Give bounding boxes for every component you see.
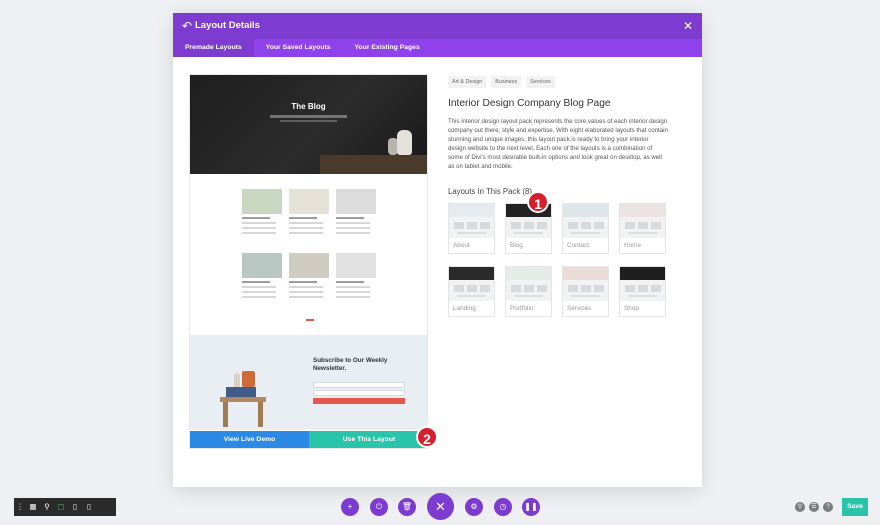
preview-newsletter-input	[313, 390, 405, 396]
layout-card-blog[interactable]: Blog	[505, 203, 552, 254]
modal-tabs: Premade Layouts Your Saved Layouts Your …	[173, 39, 702, 57]
layout-thumbnail	[563, 204, 608, 238]
layout-card-landing[interactable]: Landing	[448, 266, 495, 317]
layout-card-label: About	[453, 242, 470, 249]
wireframe-icon[interactable]: ▦	[26, 498, 40, 516]
layout-card-home[interactable]: Home	[619, 203, 666, 254]
view-live-demo-button[interactable]: View Live Demo	[190, 431, 309, 448]
layout-thumbnail	[620, 204, 665, 238]
layout-details-modal: ↶ Layout Details ✕ Premade Layouts Your …	[173, 13, 702, 487]
preview-hero: The Blog	[190, 75, 427, 174]
pause-icon[interactable]: ❚❚	[522, 498, 540, 516]
settings-icon[interactable]: ⚙	[465, 498, 483, 516]
back-arrow-icon[interactable]: ↶	[180, 19, 194, 33]
preview-newsletter-title: Subscribe to Our Weekly Newsletter.	[313, 357, 388, 372]
phone-icon[interactable]: ▯	[82, 498, 96, 516]
preview-hero-title: The Blog	[291, 102, 326, 111]
preview-hero-subtext	[280, 120, 337, 122]
preview-books-image	[226, 387, 256, 397]
layout-card-label: Portfolio	[510, 305, 534, 312]
power-icon[interactable]: ⏻	[370, 498, 388, 516]
preview-bottle-image	[234, 373, 240, 387]
layout-card-shop[interactable]: Shop	[619, 266, 666, 317]
layers-icon[interactable]: ☰	[809, 502, 819, 512]
modal-title: Layout Details	[195, 20, 260, 31]
preview-post-card	[242, 189, 282, 234]
preview-post-card	[289, 253, 329, 298]
preview-newsletter: Subscribe to Our Weekly Newsletter.	[190, 335, 427, 430]
bottom-left-toolbar: ⋮ ▦ ⚲ ▢ ▯ ▯	[14, 498, 116, 516]
layout-card-services[interactable]: Services	[562, 266, 609, 317]
history-icon[interactable]: ◷	[494, 498, 512, 516]
layout-card-label: Services	[567, 305, 592, 312]
layout-card-label: Landing	[453, 305, 476, 312]
preview-post-card	[289, 189, 329, 234]
layout-card-label: Home	[624, 242, 642, 249]
use-this-layout-button[interactable]: Use This Layout	[309, 431, 427, 448]
tab-premade-layouts[interactable]: Premade Layouts	[173, 39, 254, 57]
preview-hero-subtext	[270, 115, 347, 118]
layout-preview[interactable]: The Blog Subscribe to Our Weekly Newslet…	[189, 74, 428, 449]
preview-table-image	[320, 155, 427, 174]
layout-card-label: Shop	[624, 305, 639, 312]
preview-pagination	[306, 319, 314, 321]
layout-description: This interior design layout pack represe…	[448, 118, 668, 170]
layout-thumbnail	[620, 267, 665, 301]
layout-thumbnail	[563, 267, 608, 301]
zoom-icon[interactable]: ⚲	[40, 498, 54, 516]
tab-existing-pages[interactable]: Your Existing Pages	[343, 39, 432, 57]
tablet-icon[interactable]: ▯	[68, 498, 82, 516]
add-icon[interactable]: +	[341, 498, 359, 516]
preview-stool-leg	[223, 402, 228, 427]
preview-newsletter-button	[313, 398, 405, 404]
help-icon[interactable]: ?	[823, 502, 833, 512]
close-icon[interactable]: ✕	[683, 19, 693, 33]
layout-thumbnail	[449, 204, 494, 238]
tag[interactable]: Art & Design	[448, 76, 487, 88]
close-icon[interactable]: ✕	[427, 493, 454, 520]
layouts-in-pack-heading: Layouts In This Pack (8)	[448, 187, 532, 196]
layout-title: Interior Design Company Blog Page	[448, 98, 611, 109]
step-two-badge: 2	[416, 426, 438, 448]
preview-post-card	[336, 189, 376, 234]
preview-stool-leg	[258, 402, 263, 427]
preview-post-card	[336, 253, 376, 298]
tab-saved-layouts[interactable]: Your Saved Layouts	[254, 39, 343, 57]
tag[interactable]: Services	[526, 76, 555, 88]
desktop-icon[interactable]: ▢	[54, 498, 68, 516]
more-icon[interactable]: ⋮	[14, 498, 26, 516]
layout-card-contact[interactable]: Contact	[562, 203, 609, 254]
layout-card-label: Blog	[510, 242, 523, 249]
save-button[interactable]: Save	[842, 498, 868, 516]
preview-post-grid	[190, 174, 427, 337]
preview-vase-image	[397, 130, 412, 155]
layout-card-portfolio[interactable]: Portfolio	[505, 266, 552, 317]
layout-tags: Art & Design Business Services	[448, 76, 555, 88]
layout-card-label: Contact	[567, 242, 590, 249]
search-icon[interactable]: ⚲	[795, 502, 805, 512]
layout-thumbnail	[449, 267, 494, 301]
tag[interactable]: Business	[491, 76, 522, 88]
layout-thumbnail	[506, 267, 551, 301]
preview-jar-image	[242, 371, 255, 387]
preview-newsletter-input	[313, 382, 405, 388]
layout-card-about[interactable]: About	[448, 203, 495, 254]
trash-icon[interactable]: 🗑	[398, 498, 416, 516]
preview-post-card	[242, 253, 282, 298]
step-one-badge: 1	[527, 191, 549, 213]
modal-header: ↶ Layout Details ✕	[173, 13, 702, 39]
